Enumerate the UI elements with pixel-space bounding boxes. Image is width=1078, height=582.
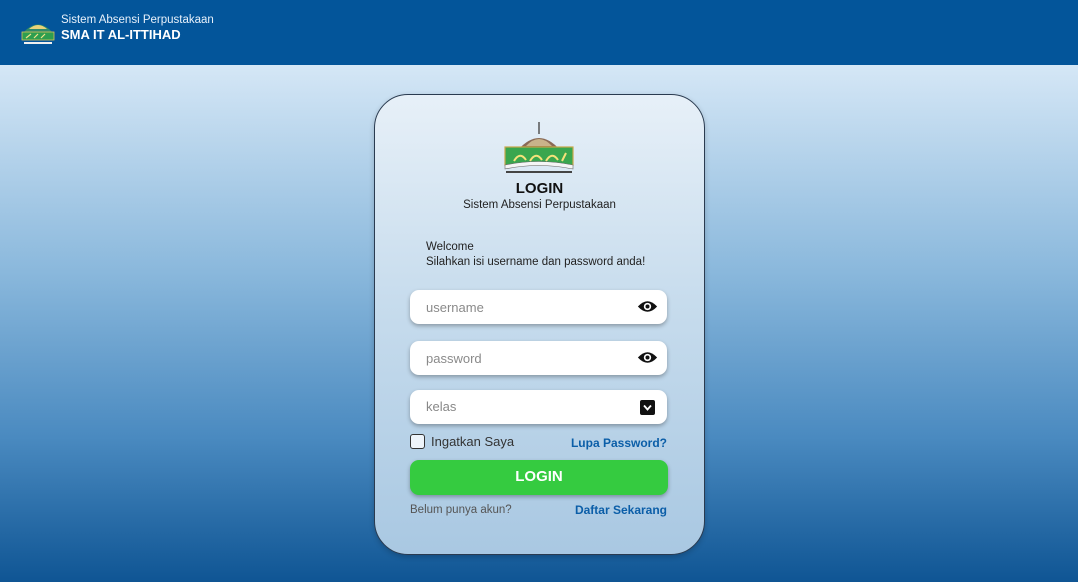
header-subtitle: Sistem Absensi Perpustakaan [61,14,214,26]
welcome-text: Welcome [426,241,474,253]
header-title: SMA IT AL-ITTIHAD [61,27,181,42]
password-field [410,341,667,375]
forgot-password-link[interactable]: Lupa Password? [571,436,667,450]
eye-icon[interactable] [637,349,658,366]
kelas-select-value: kelas [426,399,457,414]
eye-icon[interactable] [637,298,658,315]
register-link[interactable]: Daftar Sekarang [575,503,667,517]
login-subtitle: Sistem Absensi Perpustakaan [463,199,616,211]
kelas-select[interactable]: kelas [410,390,667,424]
login-button[interactable]: LOGIN [410,460,668,495]
school-logo-icon [504,122,574,173]
remember-label: Ingatkan Saya [431,434,515,449]
instruction-text: Silahkan isi username dan password anda! [426,256,646,268]
school-logo-icon [21,24,55,44]
remember-checkbox[interactable] [410,434,425,449]
username-field [410,290,667,324]
password-input[interactable] [426,341,626,375]
no-account-text: Belum punya akun? [410,504,512,516]
login-title: LOGIN [515,180,564,197]
chevron-down-icon [640,400,655,415]
username-input[interactable] [426,290,626,324]
top-header: Sistem Absensi Perpustakaan SMA IT AL-IT… [0,0,1078,65]
